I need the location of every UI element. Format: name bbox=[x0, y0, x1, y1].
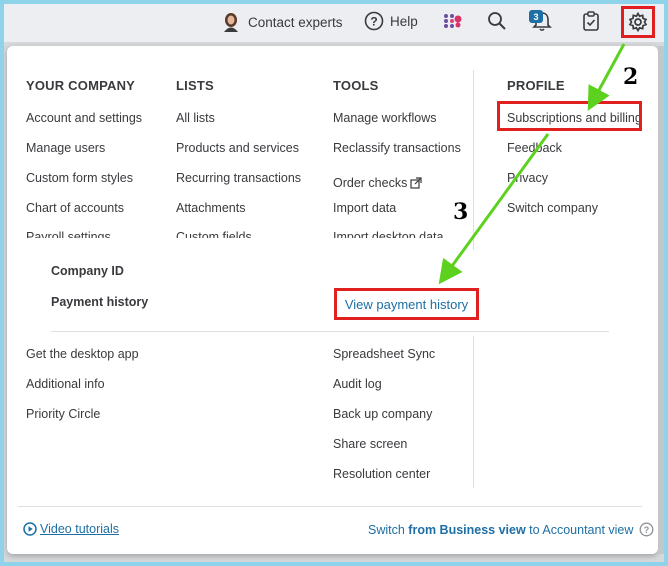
step-3-label: 3 bbox=[453, 199, 469, 225]
arrow-to-subscriptions bbox=[587, 43, 626, 111]
step-2-label: 2 bbox=[623, 64, 639, 90]
annotation-arrows bbox=[438, 43, 626, 285]
